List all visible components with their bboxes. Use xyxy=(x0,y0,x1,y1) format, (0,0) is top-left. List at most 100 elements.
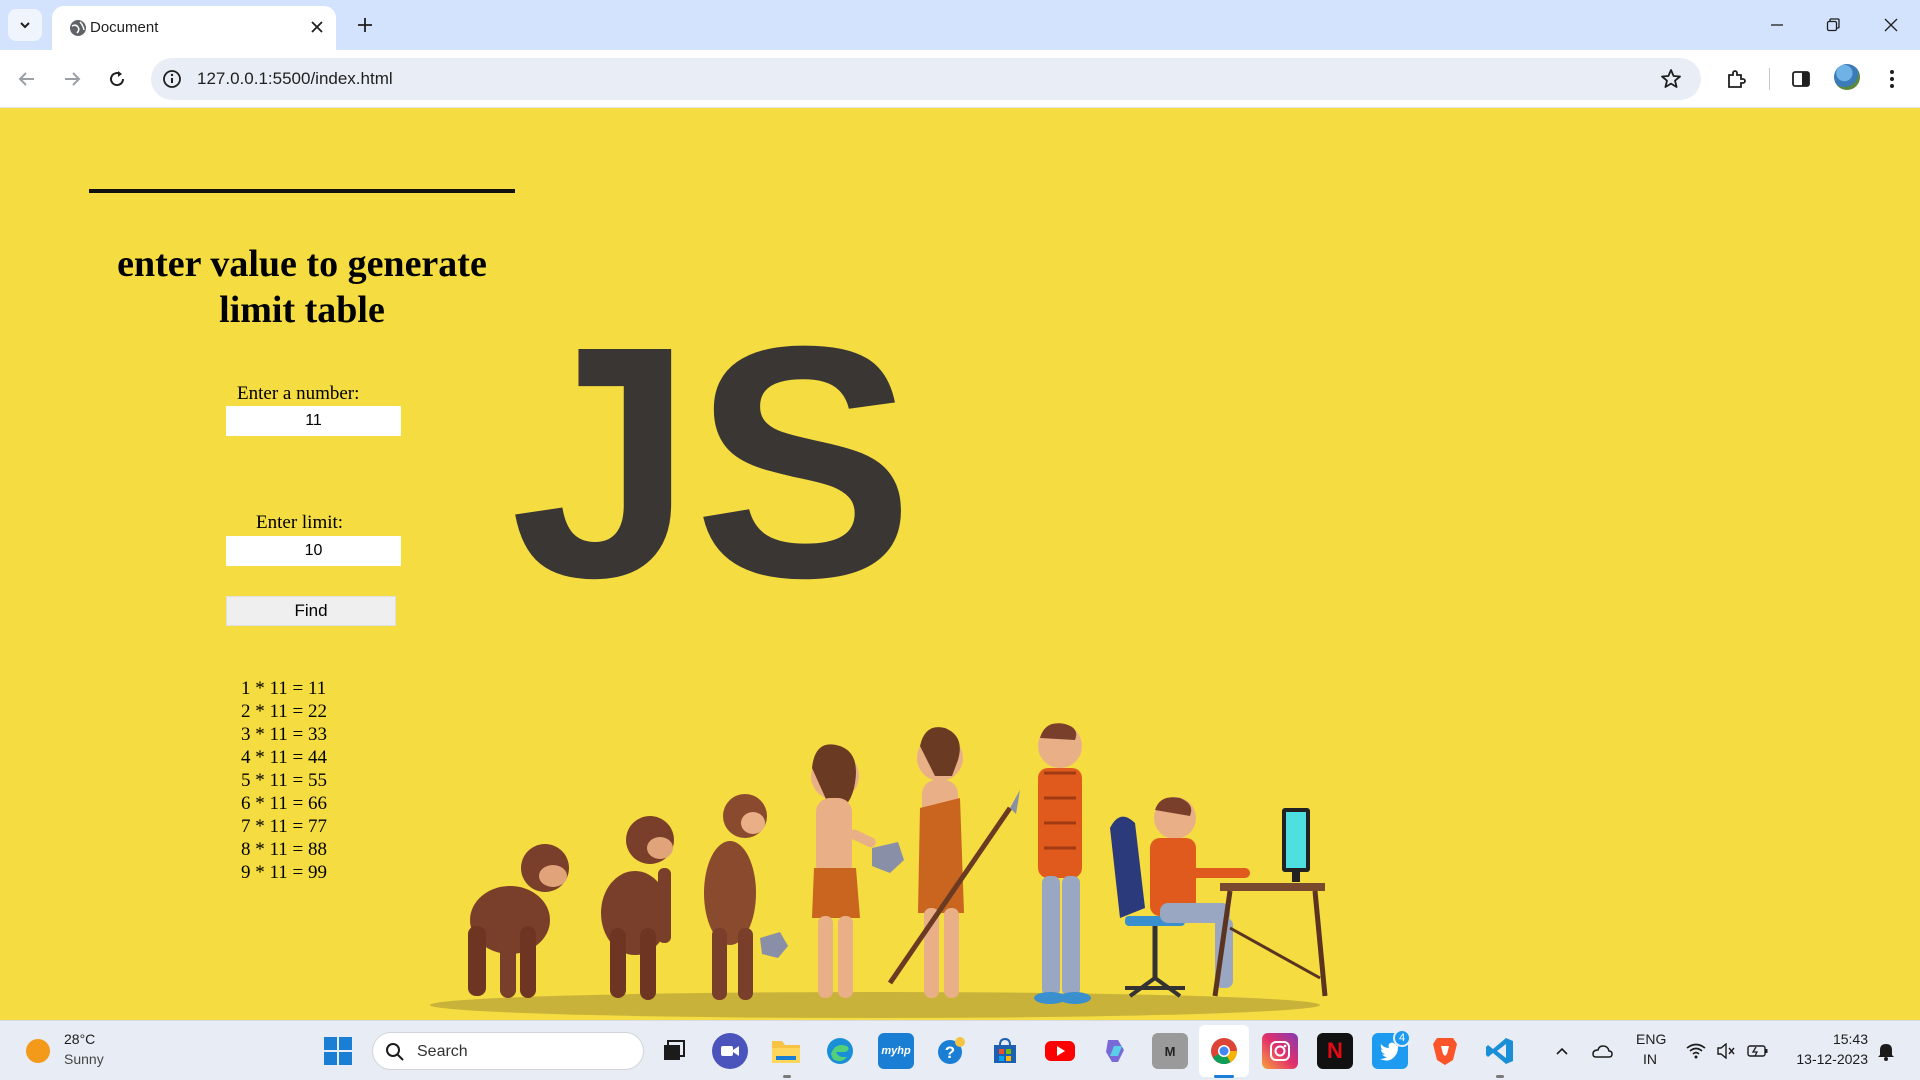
clock-time[interactable]: 15:43 xyxy=(1830,1031,1868,1047)
brave-icon[interactable] xyxy=(1427,1033,1463,1069)
extensions-button[interactable] xyxy=(1721,64,1751,94)
task-view-icon[interactable] xyxy=(656,1033,692,1069)
svg-text:?: ? xyxy=(945,1043,955,1062)
modern-man-figure-6 xyxy=(1034,723,1091,1004)
limit-label: Enter limit: xyxy=(256,512,344,533)
forward-button[interactable] xyxy=(55,62,89,96)
edge-icon[interactable] xyxy=(822,1033,858,1069)
toolbar-divider xyxy=(1769,68,1770,90)
restore-button[interactable] xyxy=(1810,8,1856,42)
results-list: 1 * 11 = 11 2 * 11 = 22 3 * 11 = 33 4 * 11 … xyxy=(241,677,381,884)
bookmark-star-icon[interactable] xyxy=(1659,67,1683,91)
copilot-icon[interactable] xyxy=(1097,1033,1133,1069)
side-panel-button[interactable] xyxy=(1786,64,1816,94)
ape-figure-2 xyxy=(601,816,674,1000)
result-line: 5 * 11 = 55 xyxy=(241,770,328,791)
result-line: 6 * 11 = 66 xyxy=(241,793,328,814)
close-window-button[interactable] xyxy=(1868,8,1914,42)
number-label: Enter a number: xyxy=(237,383,360,404)
battery-icon[interactable] xyxy=(1746,1039,1770,1063)
arrow-right-icon xyxy=(65,72,81,86)
result-line: 1 * 11 = 11 xyxy=(241,678,327,699)
clock-date[interactable]: 13-12-2023 xyxy=(1788,1051,1868,1067)
tab-title: Document xyxy=(90,19,159,36)
restore-icon xyxy=(1826,18,1840,32)
file-explorer-icon[interactable] xyxy=(768,1033,804,1069)
close-tab-button[interactable] xyxy=(306,16,328,38)
chrome-active-indicator xyxy=(1214,1075,1234,1078)
info-icon[interactable] xyxy=(161,68,183,90)
url-text[interactable]: 127.0.0.1:5500/index.html xyxy=(197,69,393,89)
netflix-icon[interactable]: N xyxy=(1317,1033,1353,1069)
weather-temperature[interactable]: 28°C xyxy=(64,1031,95,1047)
ape-figure-1 xyxy=(468,844,569,998)
back-button[interactable] xyxy=(10,62,44,96)
minimize-icon xyxy=(1771,24,1783,26)
reload-button[interactable] xyxy=(100,62,134,96)
address-bar[interactable]: 127.0.0.1:5500/index.html xyxy=(151,58,1701,100)
close-icon xyxy=(1884,18,1898,32)
search-placeholder: Search xyxy=(417,1043,468,1060)
onedrive-cloud-icon[interactable] xyxy=(1590,1039,1614,1063)
result-line: 2 * 11 = 22 xyxy=(241,701,328,722)
js-evolution-illustration: JS xyxy=(430,328,1328,1018)
hominid-figure-3 xyxy=(704,794,788,1000)
minimize-button[interactable] xyxy=(1754,8,1800,42)
caveman-figure-4 xyxy=(811,744,904,998)
programmer-figure-7 xyxy=(1110,797,1328,998)
browser-tab-bar: Document xyxy=(0,0,1920,50)
page-content: enter value to generate limit table Ente… xyxy=(0,108,1920,1020)
twitter-notification-badge: 4 xyxy=(1393,1029,1411,1047)
limit-input[interactable] xyxy=(226,536,401,566)
new-tab-button[interactable] xyxy=(351,11,379,39)
meet-icon[interactable] xyxy=(712,1033,748,1069)
number-input[interactable] xyxy=(226,406,401,436)
windows-taskbar: 28°C Sunny Search myhp ? M N 4 ENG IN 15… xyxy=(0,1020,1920,1080)
sun-icon[interactable] xyxy=(26,1039,50,1063)
profile-avatar[interactable] xyxy=(1834,64,1860,90)
weather-condition[interactable]: Sunny xyxy=(64,1051,104,1067)
arrow-left-icon xyxy=(18,72,34,86)
js-logo-text: JS xyxy=(510,328,914,646)
browser-toolbar: 127.0.0.1:5500/index.html xyxy=(0,50,1920,108)
puzzle-icon xyxy=(1728,70,1746,88)
close-icon xyxy=(311,21,323,33)
app-m-icon[interactable]: M xyxy=(1152,1033,1188,1069)
youtube-icon[interactable] xyxy=(1042,1033,1078,1069)
notification-bell-icon[interactable] xyxy=(1874,1039,1898,1063)
search-icon xyxy=(386,1043,404,1061)
caveman-figure-5 xyxy=(887,727,1020,998)
result-line: 8 * 11 = 88 xyxy=(241,839,328,860)
chrome-icon[interactable] xyxy=(1206,1033,1242,1069)
menu-button[interactable] xyxy=(1877,64,1907,94)
store-icon[interactable] xyxy=(987,1033,1023,1069)
globe-icon xyxy=(70,20,86,36)
tab-search-button[interactable] xyxy=(8,9,42,41)
vscode-icon[interactable] xyxy=(1482,1033,1518,1069)
myhp-icon[interactable]: myhp xyxy=(878,1033,914,1069)
reload-icon xyxy=(110,71,125,87)
ground-shadow xyxy=(430,992,1320,1018)
language-indicator[interactable]: ENG xyxy=(1636,1031,1666,1047)
result-line: 3 * 11 = 33 xyxy=(241,724,328,745)
tray-chevron-up-icon[interactable] xyxy=(1550,1039,1574,1063)
chevron-down-icon xyxy=(20,22,30,29)
explorer-running-indicator xyxy=(783,1075,791,1078)
find-button[interactable]: Find xyxy=(226,596,396,626)
windows-start-icon[interactable] xyxy=(322,1035,354,1067)
region-indicator[interactable]: IN xyxy=(1643,1051,1657,1067)
volume-muted-icon[interactable] xyxy=(1714,1039,1738,1063)
wifi-icon[interactable] xyxy=(1684,1039,1708,1063)
result-line: 9 * 11 = 99 xyxy=(241,862,328,883)
browser-tab[interactable]: Document xyxy=(52,6,336,50)
kebab-menu-icon xyxy=(1890,70,1894,88)
taskbar-search[interactable]: Search xyxy=(372,1032,644,1070)
vscode-running-indicator xyxy=(1496,1075,1504,1078)
result-line: 4 * 11 = 44 xyxy=(241,747,328,768)
result-line: 7 * 11 = 77 xyxy=(241,816,328,837)
instagram-icon[interactable] xyxy=(1262,1033,1298,1069)
page-heading: enter value to generate limit table xyxy=(117,243,487,331)
side-panel-icon xyxy=(1792,71,1810,87)
plus-icon xyxy=(358,18,372,32)
help-icon[interactable]: ? xyxy=(933,1033,969,1069)
